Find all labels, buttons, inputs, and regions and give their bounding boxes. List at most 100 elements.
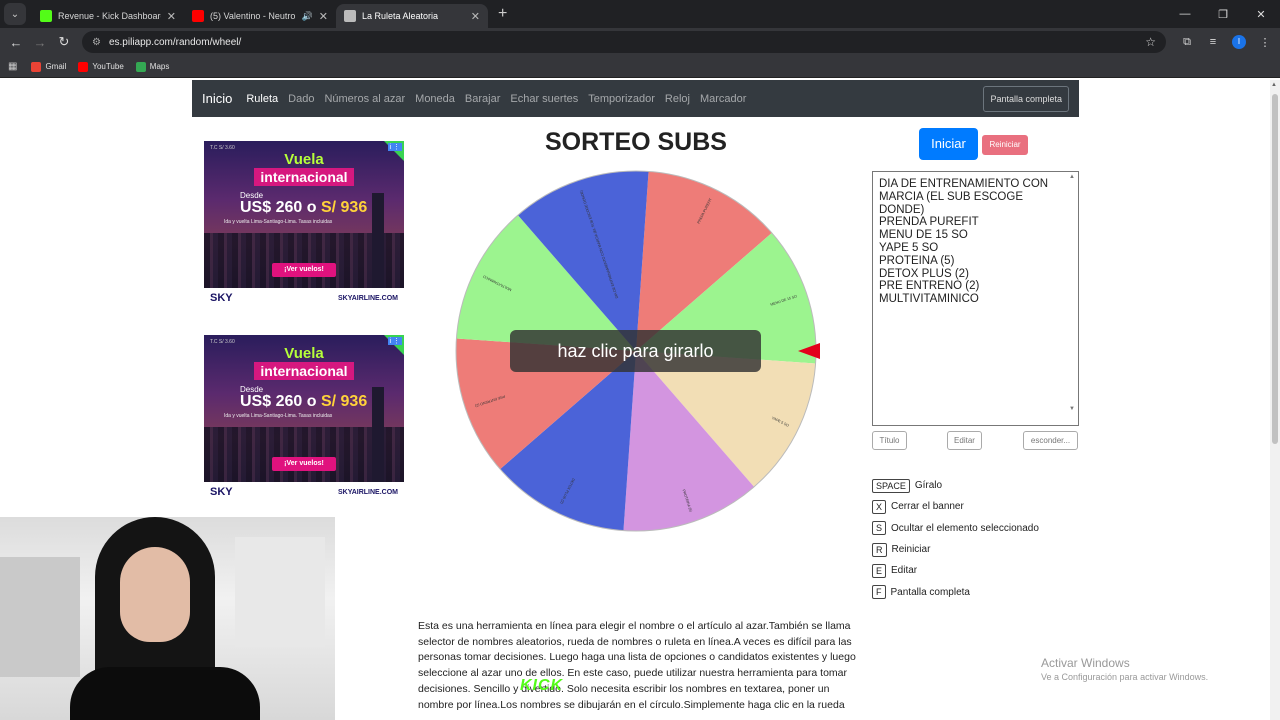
apps-grid-icon[interactable]: ▦ [8, 61, 17, 72]
tab-close-icon[interactable]: ✕ [319, 10, 328, 23]
nav-link[interactable]: Ruleta [246, 93, 278, 105]
ad-price-or: o [306, 199, 317, 216]
streamer-face [120, 547, 190, 642]
browser-tab[interactable]: Revenue - Kick Dashboard ✕ [32, 4, 184, 28]
menu-icon[interactable]: ⋮ [1252, 36, 1278, 49]
tab-close-icon[interactable]: ✕ [471, 10, 480, 23]
ad-price: US$ 260 o S/ 936 [240, 199, 367, 217]
ad-headline: Vuela [284, 151, 324, 168]
back-icon[interactable]: ← [4, 35, 28, 50]
reload-icon[interactable]: ↻ [52, 34, 76, 50]
close-window-icon[interactable]: ✕ [1242, 8, 1280, 21]
page-scrollbar[interactable]: ▲ [1270, 80, 1280, 720]
ad-cta-button[interactable]: ¡Ver vuelos! [272, 457, 336, 471]
media-control-icon[interactable]: ≡ [1200, 36, 1226, 48]
shortcut-row: E Editar [872, 560, 1039, 581]
address-bar[interactable]: ⚙ es.piliapp.com/random/wheel/ ☆ [82, 31, 1166, 53]
toolbar: ← → ↻ ⚙ es.piliapp.com/random/wheel/ ☆ ⧉… [0, 28, 1280, 56]
ad-cta-button[interactable]: ¡Ver vuelos! [272, 263, 336, 277]
url-text: es.piliapp.com/random/wheel/ [108, 36, 242, 48]
entry-line: PROTEINA (5) [879, 254, 955, 267]
scrollbar-thumb[interactable] [1272, 94, 1278, 444]
bookmark-list: Gmail YouTube Maps [31, 61, 181, 72]
ad-banner-2[interactable]: T.C S/ 3.60 i ⋮ Vuela internacional Desde US$… [204, 335, 404, 500]
ad-headline-2: internacional [254, 362, 354, 380]
ad-price: US$ 260 o S/ 936 [240, 393, 367, 411]
tab-search-button[interactable]: ⌄ [4, 3, 26, 25]
webcam-overlay [0, 517, 335, 720]
bookmark-star-icon[interactable]: ☆ [1145, 35, 1156, 49]
shortcut-label: Cerrar el banner [891, 501, 964, 513]
ad-info-icon[interactable]: i ⋮ [387, 337, 402, 345]
scroll-up-icon[interactable]: ▲ [1271, 82, 1277, 88]
description-text: Esta es una herramienta en línea para el… [418, 620, 856, 711]
shortcut-label: Reiniciar [891, 544, 931, 556]
toolbar-icons: ⧉ ≡ I ⋮ [1174, 35, 1278, 49]
maps-icon [135, 61, 146, 72]
nav-link[interactable]: Dado [288, 93, 314, 105]
bookmark-maps[interactable]: Maps [135, 61, 170, 72]
wheel-pointer-icon [798, 343, 820, 359]
site-navbar: Inicio Ruleta Dado Números al azar Moneda Ba… [192, 80, 1079, 117]
shortcut-label: Pantalla completa [890, 586, 971, 598]
forward-icon[interactable]: → [28, 35, 52, 50]
entry-line: DONDE) [879, 203, 925, 216]
nav-links: Ruleta Dado Números al azar Moneda Barajar Ec… [246, 93, 756, 105]
entries-textarea[interactable]: DIA DE ENTRENAMIENTO CON MARCIA (EL SUB E… [872, 171, 1079, 426]
shortcut-key: E [872, 563, 887, 578]
ad-fineprint: Ida y vuelta Lima-Santiago-Lima. Tasas i… [224, 413, 333, 419]
site-info-icon[interactable]: ⚙ [92, 37, 101, 48]
bookmark-label: Maps [149, 62, 170, 71]
nav-link[interactable]: Barajar [465, 93, 500, 105]
tab-favicon-icon [40, 10, 52, 22]
nav-link[interactable]: Moneda [415, 93, 455, 105]
shortcut-row: SPACE Gíralo [872, 475, 1039, 496]
nav-link[interactable]: Marcador [700, 93, 746, 105]
restore-icon[interactable]: ❐ [1204, 8, 1242, 21]
profile-avatar[interactable]: I [1232, 35, 1246, 49]
reset-button[interactable]: Reiniciar [982, 135, 1028, 155]
nav-link[interactable]: Temporizador [588, 93, 655, 105]
brand-link[interactable]: Inicio [202, 91, 232, 106]
tab-title: (5) Valentino - Neutro Ft. Fe [210, 11, 298, 21]
ad-brand-logo: SKY [210, 486, 233, 498]
window-controls: — ❐ ✕ [1166, 0, 1280, 28]
textarea-scroll-up-icon[interactable]: ▲ [1069, 174, 1075, 180]
entry-line: DIA DE ENTRENAMIENTO CON [879, 178, 1049, 190]
nav-link[interactable]: Números al azar [324, 93, 405, 105]
new-tab-button[interactable]: + [498, 5, 507, 23]
ad-price-usd: US$ 260 [240, 393, 303, 410]
extensions-icon[interactable]: ⧉ [1174, 36, 1200, 49]
minimize-icon[interactable]: — [1166, 8, 1204, 20]
bookmark-youtube[interactable]: YouTube [78, 61, 124, 72]
entry-line: PRENDA PUREFIT [879, 216, 979, 229]
title-button[interactable]: Título [872, 431, 907, 450]
shortcut-row: S Ocultar el elemento seleccionado [872, 518, 1039, 539]
shortcut-label: Gíralo [914, 480, 943, 492]
shortcut-row: X Cerrar el banner [872, 496, 1039, 517]
bookmark-label: YouTube [92, 62, 124, 71]
background-equipment [235, 537, 325, 647]
nav-link[interactable]: Echar suertes [510, 93, 578, 105]
nav-link[interactable]: Reloj [665, 93, 690, 105]
shortcut-key: SPACE [872, 478, 910, 493]
tabs: Revenue - Kick Dashboard ✕ (5) Valentino -… [32, 0, 488, 28]
tab-audio-icon[interactable]: 🔊 [302, 11, 313, 22]
shortcut-key: F [872, 585, 886, 600]
browser-tab[interactable]: La Ruleta Aleatoria ✕ [336, 4, 488, 28]
textarea-scroll-down-icon[interactable]: ▼ [1069, 406, 1075, 412]
fullscreen-button[interactable]: Pantalla completa [983, 86, 1069, 112]
bookmark-gmail[interactable]: Gmail [31, 61, 66, 72]
hide-button[interactable]: esconder... [1023, 431, 1078, 450]
tab-close-icon[interactable]: ✕ [167, 10, 176, 23]
spin-prompt[interactable]: haz clic para girarlo [510, 330, 761, 372]
ad-info-icon[interactable]: i ⋮ [387, 143, 402, 151]
shortcut-row: R Reiniciar [872, 539, 1039, 560]
background-shelf [0, 557, 80, 677]
ad-site: SKYAIRLINE.COM [337, 489, 398, 496]
browser-tab[interactable]: (5) Valentino - Neutro Ft. Fe 🔊 ✕ [184, 4, 336, 28]
entry-line: MENU DE 15 SO [879, 229, 968, 242]
edit-button[interactable]: Editar [947, 431, 982, 450]
start-button[interactable]: Iniciar [919, 128, 978, 160]
ad-banner-1[interactable]: T.C S/ 3.60 i ⋮ Vuela internacional Desde US$… [204, 141, 404, 306]
